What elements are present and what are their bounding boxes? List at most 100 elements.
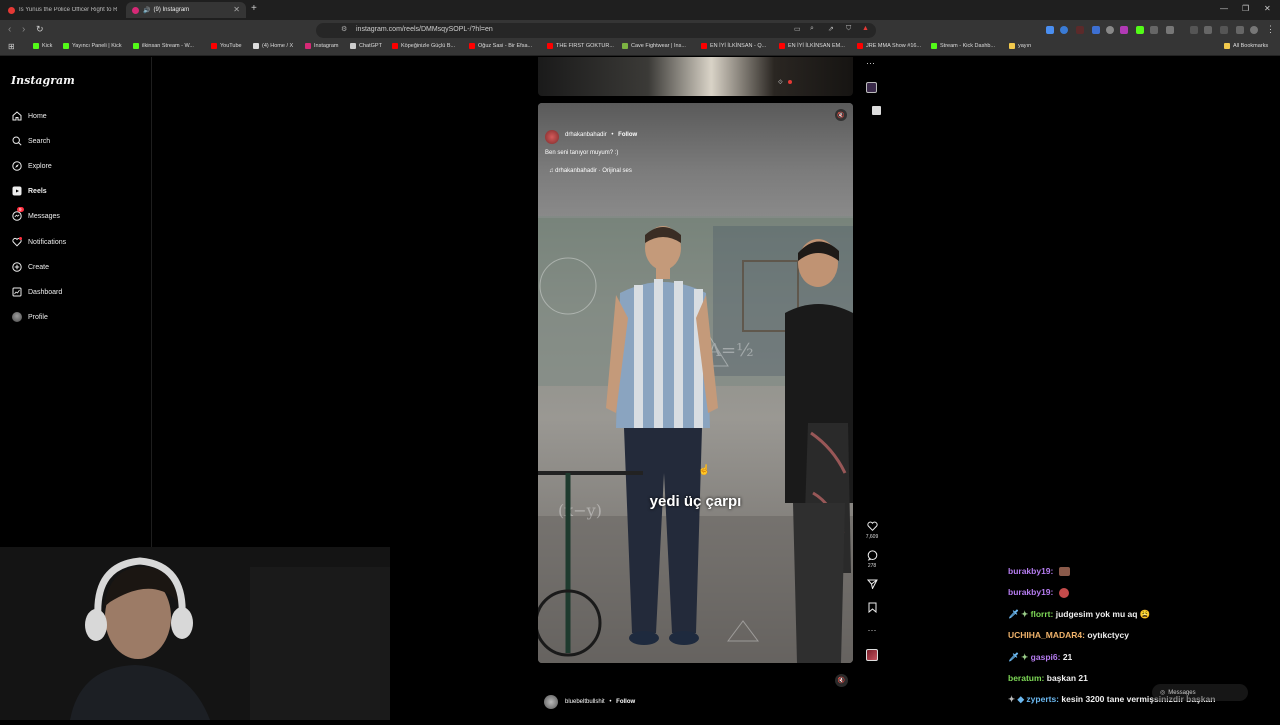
nav-profile[interactable]: Profile (11, 310, 48, 324)
tab-inactive[interactable]: Is Yunus the Police Officer Right to R (2, 2, 122, 18)
reel-follow-button[interactable]: Follow (618, 132, 637, 138)
bookmark-label: Stream - Kick Dashb... (940, 43, 996, 49)
reel-caption[interactable]: Ben seni tanıyor muyum? :) (545, 150, 618, 156)
bookmark-yayin-folder[interactable]: yayın (1009, 43, 1031, 49)
extension-icon[interactable] (1136, 26, 1144, 34)
next-reel-mute-icon[interactable]: 🔇 (835, 674, 848, 687)
new-tab-icon[interactable]: + (251, 3, 257, 14)
bookmark-instagram[interactable]: Instagram (305, 43, 338, 49)
search-icon (11, 136, 22, 147)
puzzle-icon[interactable] (1166, 26, 1174, 34)
previous-audio-thumbnail[interactable] (866, 82, 877, 93)
bookmark-chatgpt[interactable]: ChatGPT (350, 43, 382, 49)
sidebar-icon[interactable] (1204, 26, 1212, 34)
bookmark-yayinci-paneli[interactable]: Yayıncı Paneli | Kick (63, 43, 122, 49)
bookmark-label: THE FIRST GOKTUR... (556, 43, 614, 49)
apps-grid-icon[interactable]: ⊞ (8, 42, 15, 51)
next-reel-follow-button[interactable]: Follow (616, 699, 635, 705)
nav-reels[interactable]: Reels (11, 184, 47, 198)
more-options-icon[interactable]: ··· (866, 58, 875, 68)
save-bookmark-icon[interactable] (866, 601, 878, 613)
bookmark-oguz-sasi[interactable]: Oğuz Sasi - Bir Efsa... (469, 43, 532, 49)
badge-icon: ✦ (1021, 652, 1029, 662)
extension-icon[interactable] (1076, 26, 1084, 34)
nav-create[interactable]: Create (11, 260, 49, 274)
shield-icon[interactable]: ⛉ (846, 25, 851, 33)
more-icon[interactable]: ··· (866, 624, 878, 636)
share-paper-plane-icon[interactable] (866, 578, 878, 590)
site-info-icon[interactable]: ⚙ (341, 25, 347, 33)
minimize-icon[interactable]: — (1220, 4, 1228, 13)
url-text[interactable]: instagram.com/reels/DMMsqySOPL-/?hl=en (356, 26, 493, 33)
bookmark-ilkinsan-stream[interactable]: ilkinsan Stream - W... (133, 43, 194, 49)
share-icon[interactable]: ⇗ (828, 25, 834, 33)
messages-pill[interactable]: ◎ Messages (1152, 684, 1248, 701)
audio-thumbnail[interactable] (866, 649, 878, 661)
bookmark-first-goktur[interactable]: THE FIRST GOKTUR... (547, 43, 614, 49)
bookmark-kick-dashboard[interactable]: Stream - Kick Dashb... (931, 43, 995, 49)
reel-username[interactable]: drhakanbahadir (565, 132, 607, 138)
bookmark-x-home[interactable]: (4) Home / X (253, 43, 293, 49)
nav-dashboard[interactable]: Dashboard (11, 285, 62, 299)
mute-icon[interactable]: 🔇 (835, 109, 847, 121)
extension-icon[interactable] (1046, 26, 1054, 34)
notification-dot-icon (19, 236, 22, 240)
download-icon[interactable] (1236, 26, 1244, 34)
cast-icon[interactable]: ▭ (794, 25, 801, 33)
nav-home[interactable]: Home (11, 109, 47, 123)
compass-icon (11, 161, 22, 172)
instagram-logo[interactable]: Instagram (11, 74, 75, 87)
separator-dot: • (611, 132, 614, 138)
next-reel-username[interactable]: bluebeltbullshit (565, 699, 605, 705)
zoom-icon[interactable]: ⌕ (810, 25, 814, 33)
bookmark-label: ChatGPT (359, 43, 382, 49)
nav-search[interactable]: Search (11, 134, 50, 148)
reel-video[interactable]: A=½ (x−y) drhakanbahadir • Follow Ben se… (538, 103, 853, 663)
extension-icon[interactable] (1060, 26, 1068, 34)
bookmark-cave-fightwear[interactable]: Cave Fightwear | Ins... (622, 43, 686, 49)
plus-square-icon (11, 262, 22, 273)
reels-icon (11, 186, 22, 197)
emoji-icon: 😩 (1139, 609, 1151, 619)
alert-icon[interactable]: ▲ (862, 25, 869, 32)
bookmark-youtube[interactable]: YouTube (211, 43, 242, 49)
messenger-icon: 9 (11, 206, 24, 222)
extension-icon[interactable] (1150, 26, 1158, 34)
sword-badge-icon: 🗡 (1008, 609, 1019, 619)
restore-icon[interactable]: ❐ (1242, 4, 1249, 13)
reel-audio[interactable]: ♫ drhakanbahadir · Orijinal ses (549, 168, 632, 174)
close-tab-icon[interactable]: ✕ (233, 5, 240, 14)
extension-icon[interactable] (1106, 26, 1114, 34)
nav-messages[interactable]: 9 Messages (11, 206, 60, 223)
bookmark-kick[interactable]: Kick (33, 43, 52, 49)
forward-icon[interactable]: › (22, 24, 25, 35)
menu-icon[interactable]: ⋮ (1266, 24, 1275, 35)
bookmark-en-iyi-ilkinsan-em[interactable]: EN İYİ İLKİNSAN EM... (779, 43, 845, 49)
previous-reel-video[interactable] (538, 57, 853, 96)
nav-label: Dashboard (28, 288, 63, 296)
reel-author-avatar[interactable] (545, 130, 559, 144)
next-reel-avatar[interactable] (544, 695, 558, 709)
reload-icon[interactable]: ↻ (36, 24, 44, 35)
like-icon[interactable] (866, 520, 878, 532)
extension-icon[interactable] (1120, 26, 1128, 34)
emote-icon (1058, 567, 1070, 577)
bookmark-favicon-icon (392, 43, 398, 49)
bookmark-en-iyi-ilkinsan-q[interactable]: EN İYİ İLKİNSAN - Q... (701, 43, 766, 49)
back-icon[interactable]: ‹ (8, 24, 11, 35)
media-icon[interactable] (1190, 26, 1198, 34)
nav-notifications[interactable]: Notifications (11, 235, 66, 249)
comment-icon[interactable] (866, 549, 878, 561)
next-reel-indicator-icon[interactable] (872, 106, 881, 115)
like-count: 7,609 (865, 534, 879, 540)
streamer-figure (0, 547, 390, 720)
wallet-icon[interactable] (1220, 26, 1228, 34)
extension-icon[interactable] (1092, 26, 1100, 34)
profile-icon[interactable] (1250, 26, 1258, 34)
bookmark-all-bookmarks[interactable]: All Bookmarks (1224, 43, 1268, 49)
nav-explore[interactable]: Explore (11, 159, 52, 173)
bookmark-jre-mma[interactable]: JRE MMA Show #16... (857, 43, 921, 49)
tab-active[interactable]: 🔊 (9) Instagram ✕ (126, 2, 246, 18)
close-window-icon[interactable]: ✕ (1264, 4, 1271, 13)
bookmark-kopeginizle[interactable]: Köpeğinizle Güçlü B... (392, 43, 455, 49)
